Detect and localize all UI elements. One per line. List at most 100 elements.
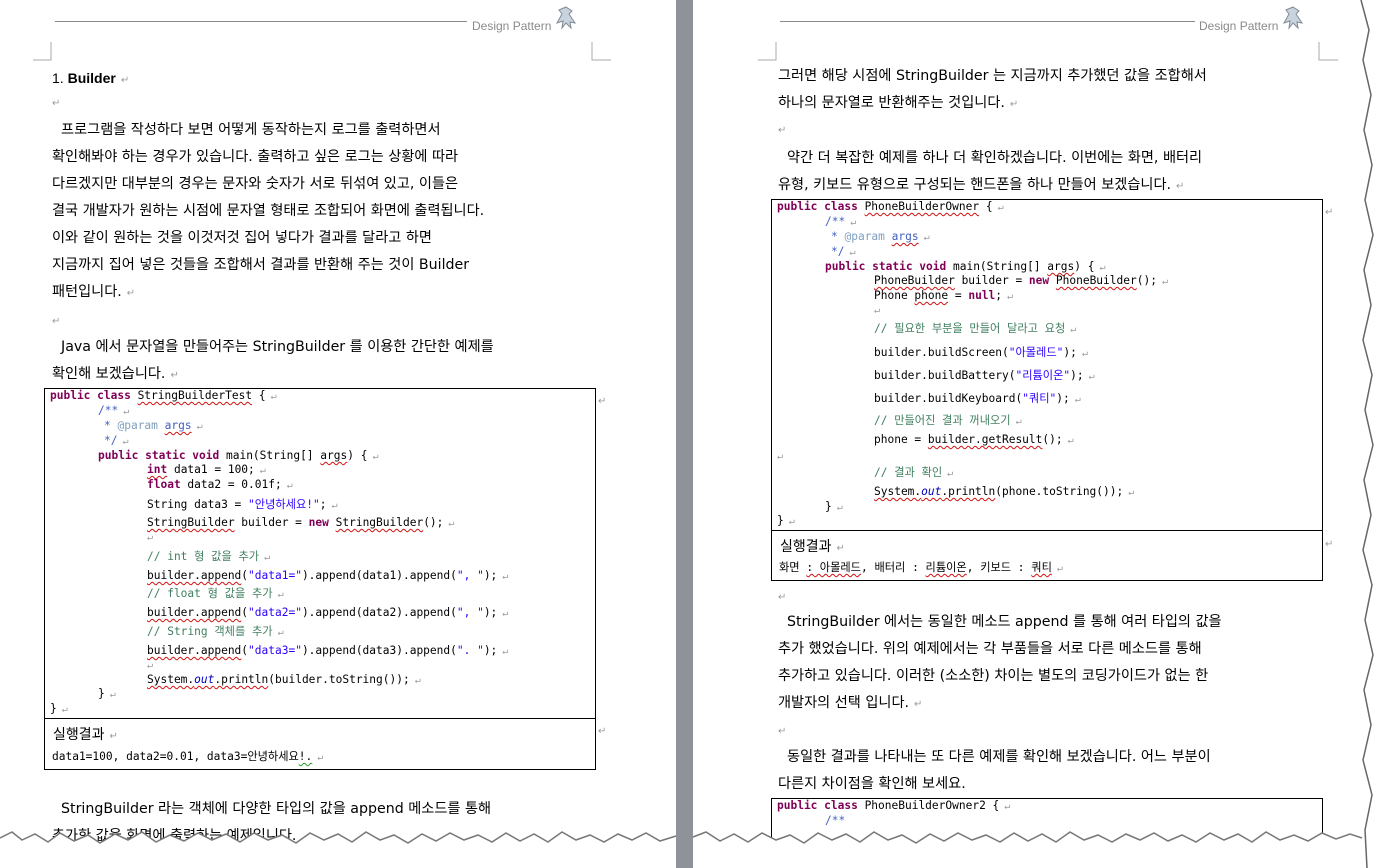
text-line: 이와 같이 원하는 것을 이것저것 집어 넣다가 결과를 달라고 하면 [52,230,432,246]
code-line: /** ↵ [825,215,857,228]
paragraph-mark: ↵ [778,592,787,603]
code-line: float data2 = 0.01f; ↵ [147,478,293,491]
code-line: builder.append("data1=").append(data1).a… [147,569,509,582]
page-gap [676,0,693,868]
crop-mark-icon [1318,42,1338,61]
text-line: 추가하고 있습니다. 이러한 (소소한) 차이는 별도의 코딩가이드가 없는 한 [778,668,1209,684]
code-line: } ↵ [777,514,795,527]
row-end-mark: ↵ [1325,539,1334,550]
text-line: 추가한 값을 화면에 출력하는 예제입니다. [52,828,297,844]
text-line: 다르겠지만 대부분의 경우는 문자와 숫자가 서로 뒤섞여 있고, 이들은 [52,176,459,192]
last-paragraph: 동일한 결과를 나타내는 또 다른 예제를 확인해 보겠습니다. 어느 부분이 … [778,744,1211,798]
code-line: public static void main(String[] args) {… [825,260,1106,273]
code-line: String data3 = "안녕하세요!"; ↵ [147,498,338,511]
code-line: } ↵ [50,702,68,715]
text-line: 그러면 해당 시점에 StringBuilder 는 지금까지 추가했던 값을 … [778,68,1207,84]
text-line: StringBuilder 에서는 동일한 메소드 append 를 통해 여러… [787,614,1222,630]
code-line: /** [825,814,846,827]
code-line: * @param args ↵ [104,419,203,432]
text-line: 확인해봐야 하는 경우가 있습니다. 출력하고 싶은 로그는 상황에 따라 [52,149,459,165]
code-block: public class StringBuilderTest {↵ /** ↵ *… [44,388,596,720]
text-line: 프로그램을 작성하다 보면 어떻게 동작하는지 로그를 출력하면서 [61,122,441,138]
code-line: builder.append("data2=").append(data2).a… [147,606,509,619]
code-line: // float 형 값을 추가 ↵ [147,587,284,600]
code-line: public class StringBuilderTest {↵ [50,389,277,402]
code-line: */↵ [104,434,129,447]
crop-mark-icon [758,42,777,61]
header-title: Design Pattern [1199,19,1279,33]
code-line: System.out.println(phone.toString()); ↵ [874,485,1135,498]
after-paragraph: StringBuilder 에서는 동일한 메소드 append 를 통해 여러… [778,614,1222,711]
code-line: // String 객체를 추가 ↵ [147,625,284,638]
result-block: 실행결과 ↵ data1=100, data2=0.01, data3=안녕하세요… [44,718,596,770]
text-line: 추가 했었습니다. 위의 예제에서는 각 부품들을 서로 다른 메소드를 통해 [778,641,1202,657]
paragraph-mark: ↵ [778,125,787,136]
section-heading: 1. Builder ↵ [52,70,130,86]
code-line: } ↵ [98,687,116,700]
result-block: 실행결과 ↵ 화면 : 아몰레드, 배터리 : 리튬이온, 키보드 : 쿼티 ↵ [771,530,1323,581]
header-title: Design Pattern [472,19,552,33]
code-line: // 필요한 부분을 만들어 달라고 요청 ↵ [874,322,1077,335]
code-line: int data1 = 100; ↵ [147,463,266,476]
code-line: } ↵ [825,500,843,513]
code-line: builder.append("data3=").append(data3).a… [147,644,509,657]
text-line: 다른지 차이점을 확인해 보세요. [778,776,966,792]
java-paragraph: Java 에서 문자열을 만들어주는 StringBuilder 를 이용한 간… [52,339,494,382]
code-block: public class PhoneBuilderOwner2 {↵ /** [771,798,1323,845]
code-line: * @param args ↵ [831,230,930,243]
text-line: 지금까지 집어 넣은 것들을 조합해서 결과를 반환해 주는 것이 Builde… [52,257,470,273]
text-line: 약간 더 복잡한 예제를 하나 더 확인하겠습니다. 이번에는 화면, 배터리 [787,150,1203,166]
code-line: // 만들어진 결과 꺼내오기 ↵ [874,414,1022,427]
crop-mark-icon [591,42,611,61]
text-line: Java 에서 문자열을 만들어주는 StringBuilder 를 이용한 간… [61,339,494,355]
intro-paragraph: 프로그램을 작성하다 보면 어떻게 동작하는지 로그를 출력하면서 확인해봐야 … [52,122,485,300]
text-line: 동일한 결과를 나타내는 또 다른 예제를 확인해 보겠습니다. 어느 부분이 [787,749,1211,765]
text-line: StringBuilder 라는 객체에 다양한 타입의 값을 append 메… [61,801,492,817]
code-line: System.out.println(builder.toString()); ↵ [147,673,421,686]
text-line: 하나의 문자열로 반환해주는 것입니다. [778,95,1005,111]
code-block: public class PhoneBuilderOwner {↵ /** ↵ *… [771,199,1323,532]
code-line: ↵ [777,451,784,462]
code-line: builder.buildKeyboard("쿼티"); ↵ [874,392,1081,405]
code-line: public class PhoneBuilderOwner {↵ [777,200,1004,213]
result-value: data1=100, data2=0.01, data3=안녕하세요!. ↵ [52,750,324,763]
header-rule [780,21,1195,22]
paragraph-mark: ↵ [778,726,787,737]
text-line: 유형, 키보드 유형으로 구성되는 핸드폰을 하나 만들어 보겠습니다. [778,177,1172,193]
code-line: builder.buildScreen("아몰레드"); ↵ [874,346,1088,359]
code-line: PhoneBuilder builder = new PhoneBuilder(… [874,274,1168,287]
outro-paragraph: StringBuilder 라는 객체에 다양한 타입의 값을 append 메… [52,796,491,845]
code-line: phone = builder.getResult(); ↵ [874,433,1074,446]
text-line: 결국 개발자가 원하는 시점에 문자열 형태로 조합되어 화면에 출력됩니다. [52,203,485,219]
header-rule [55,21,467,22]
crop-mark-icon [33,42,52,61]
code-line: ↵ [147,660,154,671]
header-logo-icon [1282,6,1304,30]
document-page-left: Design Pattern 1. Builder ↵ ↵ 프로그램을 작성하다 … [0,0,676,845]
text-line: 확인해 보겠습니다. [52,366,166,382]
text-line: 개발자의 선택 입니다. [778,695,910,711]
code-line: builder.buildBattery("리튬이온"); ↵ [874,369,1095,382]
result-label: 실행결과 ↵ [780,539,845,555]
code-line: /** ↵ [98,404,130,417]
code-line: Phone phone = null; ↵ [874,289,1014,302]
code-line: ↵ [147,532,154,543]
paragraph-mark: ↵ [52,316,61,327]
paragraph-mark: ↵ [52,98,61,109]
torn-right-edge-decoration [1360,0,1392,868]
code-line: public class PhoneBuilderOwner2 {↵ [777,799,1011,812]
code-line: */↵ [831,245,856,258]
row-end-mark: ↵ [1325,207,1334,218]
header-logo-icon [555,6,577,30]
top-paragraph: 그러면 해당 시점에 StringBuilder 는 지금까지 추가했던 값을 … [778,68,1207,111]
row-end-mark: ↵ [598,396,607,407]
row-end-mark: ↵ [598,726,607,737]
code-line: StringBuilder builder = new StringBuilde… [147,516,455,529]
mid-paragraph: 약간 더 복잡한 예제를 하나 더 확인하겠습니다. 이번에는 화면, 배터리 … [778,150,1203,193]
code-line: ↵ [874,305,881,316]
code-line: public static void main(String[] args) {… [98,449,379,462]
document-page-right: Design Pattern 그러면 해당 시점에 StringBuilder … [693,0,1361,845]
result-value: 화면 : 아몰레드, 배터리 : 리튬이온, 키보드 : 쿼티 ↵ [779,561,1063,574]
code-line: // 결과 확인 ↵ [874,466,954,479]
result-label: 실행결과 ↵ [53,727,118,743]
